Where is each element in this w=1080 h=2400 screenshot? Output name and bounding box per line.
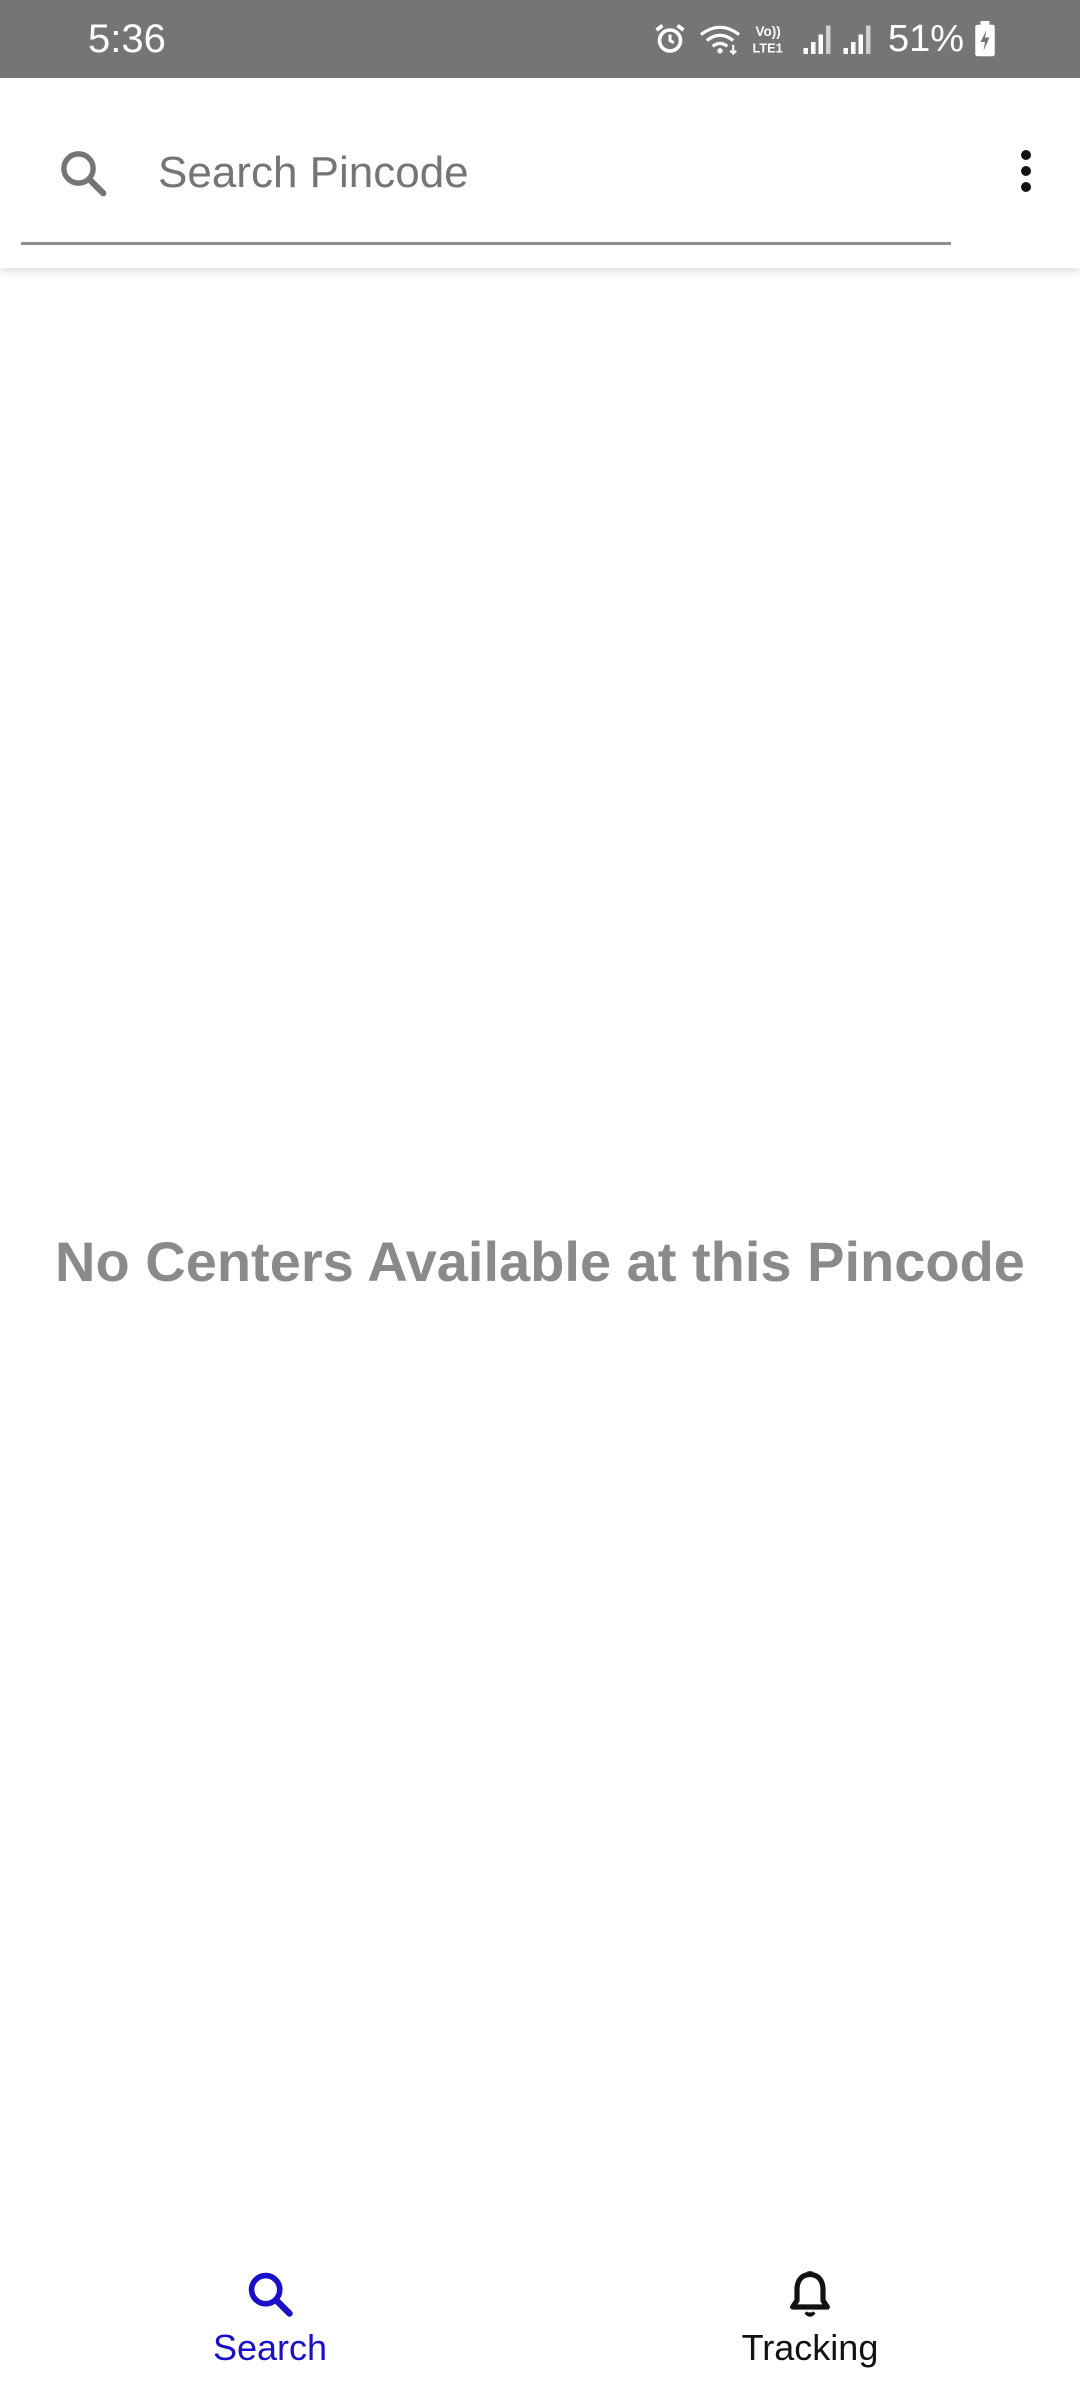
nav-item-search[interactable]: Search xyxy=(160,2268,380,2378)
bell-icon xyxy=(700,2268,920,2320)
search-input[interactable] xyxy=(158,140,918,206)
signal-icon xyxy=(842,21,872,57)
battery-percent: 51% xyxy=(887,18,964,60)
more-vert-icon xyxy=(1019,147,1033,200)
status-icons: Vo)) LTE1 51% xyxy=(652,14,996,64)
volte-icon: Vo)) LTE1 xyxy=(752,21,792,57)
status-time: 5:36 xyxy=(88,17,166,61)
wifi-icon xyxy=(698,21,742,57)
search-header xyxy=(0,78,1080,268)
svg-text:LTE1: LTE1 xyxy=(752,41,782,56)
search-underline xyxy=(21,242,951,245)
search-icon xyxy=(160,2268,380,2320)
svg-text:Vo)): Vo)) xyxy=(755,24,780,39)
nav-label-tracking: Tracking xyxy=(741,2327,879,2368)
bottom-navigation: Search Tracking xyxy=(0,2240,1080,2400)
nav-label-search: Search xyxy=(212,2327,328,2368)
battery-charging-icon xyxy=(974,21,996,57)
signal-icon xyxy=(802,21,832,57)
more-options-button[interactable] xyxy=(1000,140,1052,206)
status-bar: 5:36 Vo)) LTE1 51% xyxy=(0,0,1080,78)
nav-item-tracking[interactable]: Tracking xyxy=(700,2268,920,2378)
search-icon[interactable] xyxy=(56,146,110,200)
alarm-icon xyxy=(652,21,688,57)
empty-state-message: No Centers Available at this Pincode xyxy=(55,1230,1025,1293)
